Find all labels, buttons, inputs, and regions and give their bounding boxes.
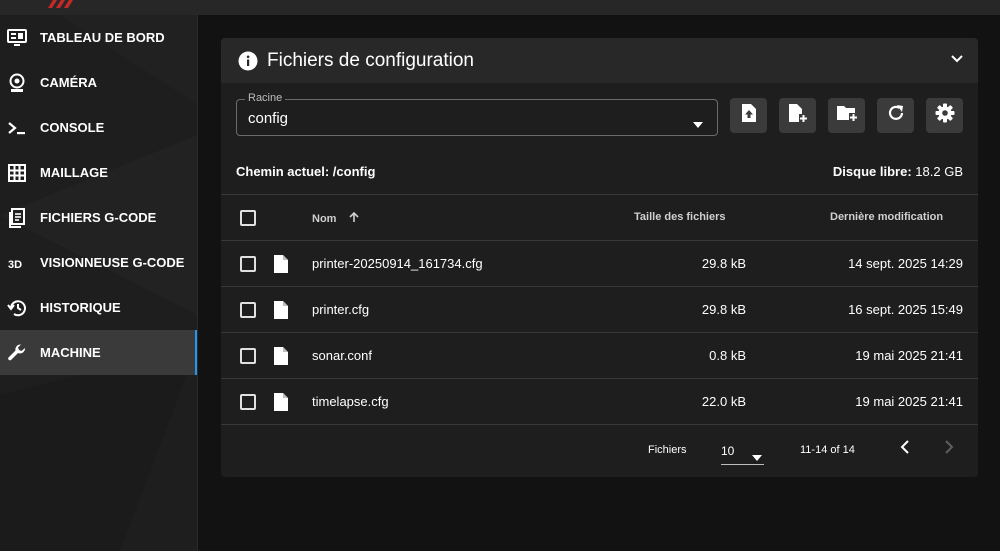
sidebar-item-tableau-de-bord[interactable]: TABLEAU DE BORD	[0, 15, 197, 60]
wrench-icon	[7, 343, 27, 363]
panel-title: Fichiers de configuration	[267, 49, 474, 71]
items-per-page-value: 10	[721, 444, 735, 458]
dropdown-arrow-icon	[752, 448, 762, 466]
row-checkbox[interactable]	[240, 302, 256, 318]
sidebar-item-label: TABLEAU DE BORD	[40, 30, 165, 45]
chevron-right-icon[interactable]	[943, 439, 955, 460]
sidebar-item-label: CAMÉRA	[40, 75, 98, 90]
root-select-label: Racine	[245, 92, 286, 104]
file-icon	[273, 254, 289, 279]
sidebar-item-console[interactable]: CONSOLE	[0, 105, 197, 150]
panel-header[interactable]: Fichiers de configuration	[221, 38, 978, 83]
upload-file-icon	[741, 103, 757, 128]
table-row[interactable]: sonar.conf 0.8 kB 19 mai 2025 21:41	[221, 332, 978, 378]
info-icon	[238, 51, 258, 71]
file-size: 0.8 kB	[709, 348, 746, 363]
sidebar-item-visionneuse-gcode[interactable]: 3D VISIONNEUSE G-CODE	[0, 240, 197, 285]
gear-icon	[935, 103, 955, 128]
new-folder-icon	[836, 104, 858, 127]
new-folder-button[interactable]	[828, 98, 865, 133]
webcam-icon	[7, 73, 27, 93]
file-name: timelapse.cfg	[312, 394, 389, 409]
sidebar-item-label: CONSOLE	[40, 120, 105, 135]
file-name: printer-20250914_161734.cfg	[312, 256, 483, 271]
grid-icon	[7, 163, 27, 183]
upload-file-button[interactable]	[730, 98, 767, 133]
table-row[interactable]: printer-20250914_161734.cfg 29.8 kB 14 s…	[221, 240, 978, 286]
file-icon	[273, 346, 289, 371]
sidebar-item-label: MACHINE	[40, 345, 101, 360]
disk-free: Disque libre: 18.2 GB	[833, 164, 963, 179]
sidebar-item-camera[interactable]: CAMÉRA	[0, 60, 197, 105]
column-header-name[interactable]: Nom	[312, 211, 360, 225]
sidebar-item-label: MAILLAGE	[40, 165, 108, 180]
table-row[interactable]: timelapse.cfg 22.0 kB 19 mai 2025 21:41	[221, 378, 978, 424]
file-size: 29.8 kB	[701, 302, 746, 317]
sidebar-item-label: HISTORIQUE	[40, 300, 121, 315]
settings-button[interactable]	[926, 98, 963, 133]
chevron-left-icon[interactable]	[899, 439, 911, 460]
history-icon	[7, 298, 27, 318]
file-modified: 16 sept. 2025 15:49	[848, 302, 963, 317]
files-table: Nom Taille des fichiers Dernière modific…	[221, 194, 978, 424]
pagination-range: 11-14 of 14	[800, 444, 855, 456]
main-content: Fichiers de configuration Racine config	[198, 15, 1000, 551]
current-path: Chemin actuel: /config	[236, 164, 376, 179]
file-icon	[273, 392, 289, 417]
sidebar-item-fichiers-gcode[interactable]: FICHIERS G-CODE	[0, 195, 197, 240]
new-file-icon	[788, 103, 808, 128]
items-per-page-label: Fichiers	[648, 444, 687, 456]
row-checkbox[interactable]	[240, 394, 256, 410]
sidebar-item-machine[interactable]: MACHINE	[0, 330, 197, 375]
items-per-page-select[interactable]: 10	[721, 437, 764, 465]
table-row[interactable]: printer.cfg 29.8 kB 16 sept. 2025 15:49	[221, 286, 978, 332]
config-files-panel: Fichiers de configuration Racine config	[221, 38, 978, 477]
file-name: sonar.conf	[312, 348, 372, 363]
file-icon	[273, 300, 289, 325]
dropdown-arrow-icon	[693, 115, 703, 133]
file-document-icon	[7, 207, 27, 228]
svg-text:3D: 3D	[8, 259, 22, 270]
sidebar-item-maillage[interactable]: MAILLAGE	[0, 150, 197, 195]
logo-icon	[48, 0, 73, 8]
column-header-name-label: Nom	[312, 213, 337, 225]
column-header-modified[interactable]: Dernière modification	[830, 211, 943, 223]
row-checkbox[interactable]	[240, 348, 256, 364]
monitor-dashboard-icon	[7, 28, 27, 48]
top-bar	[0, 0, 1000, 15]
3d-icon: 3D	[7, 253, 27, 273]
root-select-value: config	[248, 110, 289, 127]
file-size: 29.8 kB	[701, 256, 746, 271]
select-all-checkbox[interactable]	[240, 210, 256, 226]
sidebar-item-label: VISIONNEUSE G-CODE	[40, 255, 185, 270]
file-modified: 19 mai 2025 21:41	[855, 348, 963, 363]
column-header-size[interactable]: Taille des fichiers	[634, 211, 726, 223]
row-checkbox[interactable]	[240, 256, 256, 272]
sidebar-item-historique[interactable]: HISTORIQUE	[0, 285, 197, 330]
file-modified: 14 sept. 2025 14:29	[848, 256, 963, 271]
disk-free-value: 18.2 GB	[915, 164, 963, 179]
sidebar-item-label: FICHIERS G-CODE	[40, 210, 157, 225]
file-name: printer.cfg	[312, 302, 370, 317]
sort-ascending-icon	[348, 211, 359, 222]
pagination-footer: Fichiers 10 11-14 of 14	[221, 424, 978, 477]
refresh-button[interactable]	[877, 98, 914, 133]
table-header-row: Nom Taille des fichiers Dernière modific…	[221, 194, 978, 240]
root-select[interactable]: Racine config	[236, 92, 718, 136]
file-modified: 19 mai 2025 21:41	[855, 394, 963, 409]
chevron-down-icon[interactable]	[950, 52, 964, 71]
disk-free-label: Disque libre:	[832, 164, 912, 179]
console-icon	[7, 118, 27, 138]
new-file-button[interactable]	[779, 98, 816, 133]
file-size: 22.0 kB	[701, 394, 746, 409]
sidebar: TABLEAU DE BORD CAMÉRA CONSOLE MAILLAGE …	[0, 15, 198, 551]
refresh-icon	[887, 104, 905, 127]
